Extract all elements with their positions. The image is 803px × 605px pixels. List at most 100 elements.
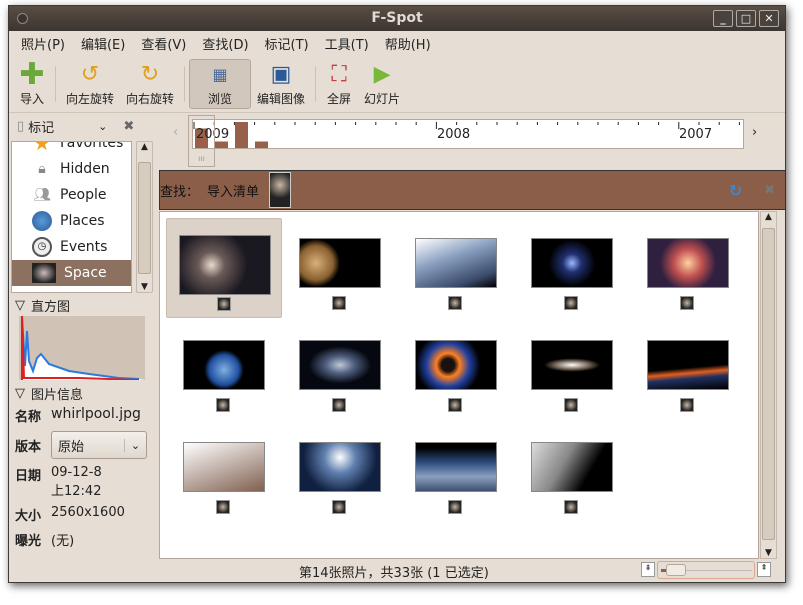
photo-cell[interactable] xyxy=(166,320,282,420)
window-menu-icon[interactable] xyxy=(17,13,28,24)
info-expander[interactable]: ▽ 图片信息 xyxy=(9,384,156,403)
photo-cell[interactable] xyxy=(166,218,282,318)
tag-icon xyxy=(332,296,346,310)
rotate-right-button[interactable]: ↻ 向右旋转 xyxy=(120,59,180,109)
tag-icon xyxy=(216,398,230,412)
photo-thumbnail[interactable] xyxy=(183,442,265,492)
tags-header[interactable]: 标记 xyxy=(28,117,54,136)
photo-cell[interactable] xyxy=(398,320,514,420)
photo-thumbnail[interactable] xyxy=(299,442,381,492)
date-value: 09-12-8 上12:42 xyxy=(51,465,102,499)
menu-edit[interactable]: 编辑(E) xyxy=(73,34,133,53)
size-key: 大小 xyxy=(15,509,42,524)
menu-find[interactable]: 查找(D) xyxy=(194,34,256,53)
photo-thumbnail[interactable] xyxy=(179,235,271,295)
photo-thumbnail[interactable] xyxy=(415,238,497,288)
info-label: 图片信息 xyxy=(31,387,84,403)
photo-cell[interactable] xyxy=(282,320,398,420)
tag-hidden[interactable]: 🔒︎ Hidden xyxy=(12,156,131,182)
tag-list-scrollbar[interactable]: ▲ ▼ xyxy=(136,141,153,293)
size-value: 2560x1600 xyxy=(51,505,125,520)
rotate-left-button[interactable]: ↺ 向左旋转 xyxy=(60,59,120,109)
close-sidebar-icon[interactable]: ✖ xyxy=(123,119,134,134)
photo-cell[interactable] xyxy=(514,320,630,420)
year-2008: 2008 xyxy=(437,127,471,142)
photo-thumbnail[interactable] xyxy=(183,340,265,390)
tag-list: ★ Favorites 🔒︎ Hidden 👥︎ People Places ◷ Eve… xyxy=(11,141,132,293)
zoom-in-icon[interactable]: ⇞ xyxy=(757,562,771,577)
expander-icon: ▽ xyxy=(15,385,25,401)
photo-thumbnail[interactable] xyxy=(647,238,729,288)
tag-icon xyxy=(680,398,694,412)
name-key: 名称 xyxy=(15,410,42,425)
photo-cell[interactable] xyxy=(514,218,630,318)
menu-help[interactable]: 帮助(H) xyxy=(377,34,439,53)
menu-bar: 照片(P) 编辑(E) 查看(V) 查找(D) 标记(T) 工具(T) 帮助(H… xyxy=(9,31,785,56)
lock-icon: 🔒︎ xyxy=(38,161,46,177)
photo-cell[interactable] xyxy=(514,422,630,522)
edit-image-button[interactable]: ▣ 编辑图像 xyxy=(251,59,311,109)
refresh-icon[interactable]: ↻ xyxy=(729,181,742,200)
photo-thumbnail[interactable] xyxy=(299,238,381,288)
timeline-bar xyxy=(255,141,268,148)
photo-thumbnail[interactable] xyxy=(531,442,613,492)
minimize-button[interactable]: _ xyxy=(713,10,733,27)
photo-thumbnail[interactable] xyxy=(415,340,497,390)
photo-thumbnail[interactable] xyxy=(531,238,613,288)
slideshow-button[interactable]: ▶ 幻灯片 xyxy=(358,59,406,109)
timeline-next-icon[interactable]: › xyxy=(752,125,757,140)
chevron-down-icon[interactable]: ⌄ xyxy=(98,120,107,133)
menu-photo[interactable]: 照片(P) xyxy=(13,34,73,53)
tag-space[interactable]: Space xyxy=(12,260,131,286)
histogram-label: 直方图 xyxy=(31,299,71,315)
photo-cell[interactable] xyxy=(282,218,398,318)
timeline[interactable]: 2009 2008 2007 xyxy=(192,119,781,149)
window-title: F-Spot xyxy=(371,10,423,26)
timeline-range-handle[interactable]: ııı xyxy=(188,115,215,167)
tag-favorites[interactable]: ★ Favorites xyxy=(12,141,131,156)
photo-grid xyxy=(159,211,759,559)
photo-grid-scrollbar[interactable]: ▲ ▼ xyxy=(760,211,777,559)
sidebar: ▯ 标记 ⌄ ✖ ★ Favorites 🔒︎ Hidden 👥︎ People Pl… xyxy=(9,113,156,583)
maximize-button[interactable]: □ xyxy=(736,10,756,27)
star-icon: ★ xyxy=(33,141,51,155)
photo-cell[interactable] xyxy=(398,218,514,318)
zoom-out-icon[interactable]: ⇟ xyxy=(641,562,655,577)
photo-cell[interactable] xyxy=(166,422,282,522)
timeline-prev-icon[interactable]: ‹ xyxy=(173,125,178,140)
tag-icon xyxy=(448,296,462,310)
photo-thumbnail[interactable] xyxy=(299,340,381,390)
photo-cell[interactable] xyxy=(630,320,746,420)
close-button[interactable]: ✕ xyxy=(759,10,779,27)
chevron-down-icon: ⌄ xyxy=(124,438,146,452)
main-pane: ‹ 2009 2008 2007 ııı › 查找： 导入清单 ↻ ✖ ▲ ▼ … xyxy=(159,113,786,583)
slideshow-label: 幻灯片 xyxy=(364,92,401,106)
photo-thumbnail[interactable] xyxy=(531,340,613,390)
tag-icon xyxy=(448,500,462,514)
photo-cell[interactable] xyxy=(398,422,514,522)
tag-people[interactable]: 👥︎ People xyxy=(12,182,131,208)
menu-view[interactable]: 查看(V) xyxy=(133,34,194,53)
find-term-thumbnail[interactable] xyxy=(269,172,292,208)
tag-events[interactable]: ◷ Events xyxy=(12,234,131,260)
fullscreen-button[interactable]: ⛶ 全屏 xyxy=(320,59,358,109)
zoom-slider-thumb[interactable] xyxy=(666,564,686,576)
tag-icon xyxy=(216,500,230,514)
histogram-expander[interactable]: ▽ 直方图 xyxy=(9,296,156,315)
menu-tags[interactable]: 标记(T) xyxy=(257,34,317,53)
tag-places[interactable]: Places xyxy=(12,208,131,234)
photo-cell[interactable] xyxy=(630,218,746,318)
photo-thumbnail[interactable] xyxy=(647,340,729,390)
toolbar: ✚ 导入 ↺ 向左旋转 ↻ 向右旋转 ▦ 浏览 ▣ 编辑图像 ⛶ 全屏 ▶ 幻灯片 xyxy=(9,56,785,113)
import-button[interactable]: ✚ 导入 xyxy=(13,57,51,109)
photo-cell[interactable] xyxy=(282,422,398,522)
zoom-slider[interactable] xyxy=(657,561,755,579)
photo-thumbnail[interactable] xyxy=(415,442,497,492)
clear-find-icon[interactable]: ✖ xyxy=(764,183,775,198)
time-line: 上12:42 xyxy=(51,484,102,499)
tag-icon xyxy=(564,500,578,514)
histogram xyxy=(19,315,145,381)
browse-button[interactable]: ▦ 浏览 xyxy=(189,59,252,109)
version-select[interactable]: 原始 ⌄ xyxy=(51,431,147,459)
menu-tools[interactable]: 工具(T) xyxy=(317,34,377,53)
